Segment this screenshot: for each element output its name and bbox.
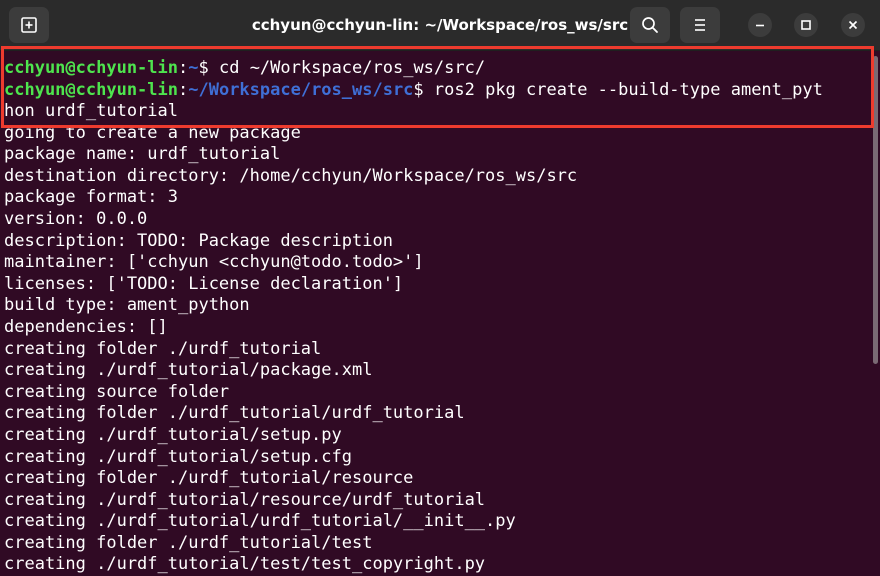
output-line: maintainer: ['cchyun <cchyun@todo.todo>'…	[4, 252, 424, 272]
output-line: version: 0.0.0	[4, 209, 148, 229]
prompt-path: ~	[188, 58, 199, 78]
command-text: cd ~/Workspace/ros_ws/src/	[208, 58, 486, 78]
prompt-dollar: $	[413, 80, 424, 100]
title-bar: cchyun@cchyun-lin: ~/Workspace/ros_ws/sr…	[0, 0, 880, 51]
prompt-path: ~/Workspace/ros_ws/src	[188, 80, 414, 100]
prompt-dollar: $	[198, 58, 209, 78]
output-line: creating ./urdf_tutorial/test/test_copyr…	[4, 554, 486, 574]
scrollbar[interactable]	[873, 56, 878, 364]
output-line: destination directory: /home/cchyun/Work…	[4, 166, 578, 186]
maximize-icon	[801, 20, 811, 30]
output-line: creating source folder	[4, 382, 230, 402]
output-line: creating ./urdf_tutorial/resource/urdf_t…	[4, 490, 486, 510]
prompt-separator: :	[178, 80, 189, 100]
minimize-icon	[756, 24, 764, 27]
output-line: going to create a new package	[4, 123, 301, 143]
output-line: creating ./urdf_tutorial/urdf_tutorial/_…	[4, 511, 516, 531]
output-line: creating folder ./urdf_tutorial/resource	[4, 468, 414, 488]
command-text: ros2 pkg create --build-type ament_pyt	[423, 80, 823, 100]
output-line: creating ./urdf_tutorial/setup.cfg	[4, 447, 352, 467]
maximize-button[interactable]	[794, 13, 818, 37]
prompt-line-cd: cchyun@cchyun-lin:~$ cd ~/Workspace/ros_…	[4, 58, 485, 79]
close-icon	[848, 20, 858, 30]
prompt-line-ros2: cchyun@cchyun-lin:~/Workspace/ros_ws/src…	[4, 80, 823, 101]
output-line: creating folder ./urdf_tutorial	[4, 339, 322, 359]
output-line: description: TODO: Package description	[4, 231, 393, 251]
new-tab-button[interactable]	[9, 7, 49, 43]
prompt-separator: :	[178, 58, 189, 78]
output-line: creating ./urdf_tutorial/setup.py	[4, 425, 342, 445]
minimize-button[interactable]	[748, 13, 772, 37]
terminal-output[interactable]: cchyun@cchyun-lin:~$ cd ~/Workspace/ros_…	[0, 51, 872, 576]
close-button[interactable]	[841, 13, 865, 37]
search-button[interactable]	[630, 7, 670, 43]
hamburger-menu-icon	[695, 19, 705, 31]
output-line: creating folder ./urdf_tutorial/test	[4, 533, 373, 553]
output-line: build type: ament_python	[4, 295, 250, 315]
prompt-user: cchyun@cchyun-lin	[4, 80, 178, 100]
prompt-user: cchyun@cchyun-lin	[4, 58, 178, 78]
output-line: creating ./urdf_tutorial/package.xml	[4, 360, 373, 380]
new-tab-icon	[21, 17, 37, 33]
menu-button[interactable]	[680, 7, 720, 43]
output-line: package name: urdf_tutorial	[4, 144, 281, 164]
output-line: creating folder ./urdf_tutorial/urdf_tut…	[4, 403, 465, 423]
search-icon	[642, 17, 658, 33]
command-wrap-line: hon urdf_tutorial	[4, 101, 178, 121]
output-line: dependencies: []	[4, 317, 168, 337]
output-line: package format: 3	[4, 187, 178, 207]
output-line: licenses: ['TODO: License declaration']	[4, 274, 404, 294]
